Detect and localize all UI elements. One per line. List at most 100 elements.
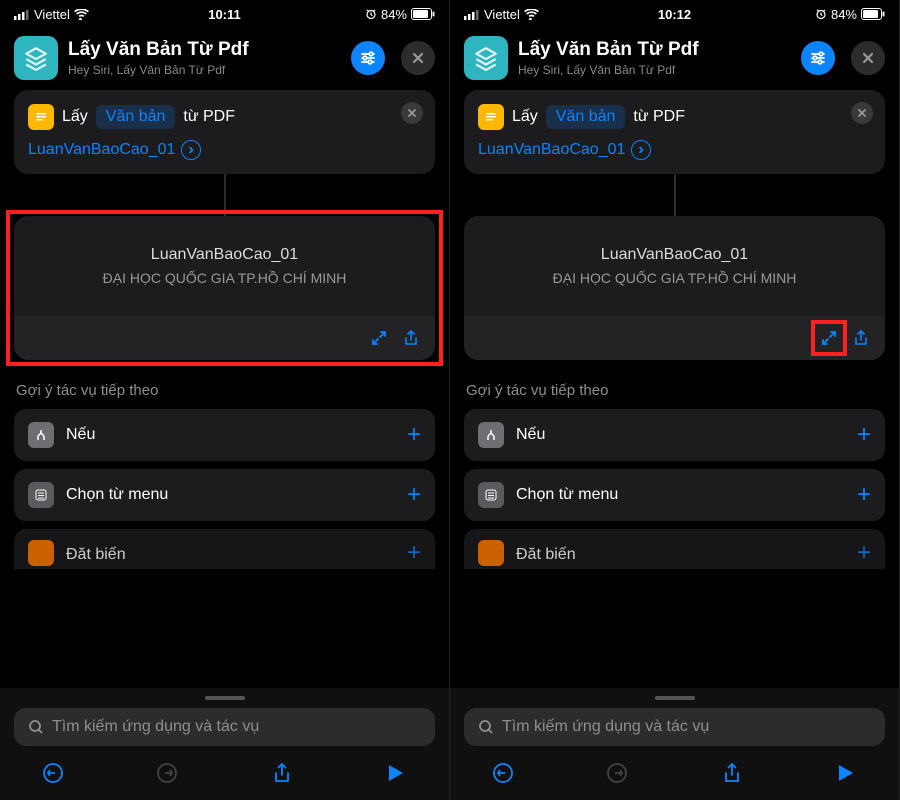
search-icon — [28, 719, 44, 735]
document-icon — [28, 104, 54, 130]
battery-icon — [411, 8, 435, 20]
wifi-icon — [74, 9, 89, 20]
share-icon — [272, 762, 292, 784]
status-bar: Viettel 10:12 84% — [450, 0, 899, 28]
action-remove-button[interactable] — [401, 102, 423, 124]
alarm-icon — [365, 8, 377, 20]
action-verb: Lấy — [512, 108, 538, 126]
chevron-button[interactable] — [631, 140, 651, 160]
add-icon: + — [407, 481, 421, 509]
search-bar[interactable]: Tìm kiếm ứng dụng và tác vụ — [14, 708, 435, 746]
share-button[interactable] — [847, 324, 875, 352]
shortcut-header: Lấy Văn Bản Từ Pdf Hey Siri, Lấy Văn Bản… — [0, 28, 449, 90]
share-icon — [852, 329, 870, 347]
result-card[interactable]: LuanVanBaoCao_01 ĐẠI HỌC QUỐC GIA TP.HỒ … — [464, 216, 885, 360]
clock-label: 10:12 — [658, 7, 691, 22]
menu-icon — [478, 482, 504, 508]
shortcut-title: Lấy Văn Bản Từ Pdf — [68, 39, 341, 61]
shortcut-subtitle: Hey Siri, Lấy Văn Bản Từ Pdf — [518, 63, 791, 77]
suggestion-item-menu[interactable]: Chọn từ menu + — [464, 469, 885, 521]
suggestion-label: Nếu — [516, 426, 845, 444]
undo-button[interactable] — [490, 760, 516, 786]
undo-icon — [42, 762, 64, 784]
battery-icon — [861, 8, 885, 20]
search-bar[interactable]: Tìm kiếm ứng dụng và tác vụ — [464, 708, 885, 746]
bottom-panel: Tìm kiếm ứng dụng và tác vụ — [0, 688, 449, 800]
play-icon — [387, 763, 405, 783]
action-param[interactable]: Văn bản — [546, 105, 626, 129]
share-button[interactable] — [397, 324, 425, 352]
add-icon: + — [407, 539, 421, 567]
expand-button[interactable] — [815, 324, 843, 352]
close-button[interactable] — [401, 41, 435, 75]
close-icon — [411, 51, 425, 65]
document-icon — [478, 104, 504, 130]
x-icon — [857, 108, 867, 118]
branch-icon — [28, 422, 54, 448]
x-icon — [407, 108, 417, 118]
chevron-right-icon — [187, 146, 195, 154]
suggestion-label: Nếu — [66, 426, 395, 444]
action-from: từ PDF — [633, 108, 685, 126]
signal-icon — [464, 9, 480, 20]
suggestion-label: Đặt biến — [516, 546, 845, 560]
expand-icon — [820, 329, 838, 347]
file-link[interactable]: LuanVanBaoCao_01 — [478, 141, 625, 159]
share-shortcut-button[interactable] — [269, 760, 295, 786]
action-remove-button[interactable] — [851, 102, 873, 124]
chevron-button[interactable] — [181, 140, 201, 160]
drag-handle[interactable] — [655, 696, 695, 700]
action-param[interactable]: Văn bản — [96, 105, 176, 129]
suggestion-label: Chọn từ menu — [66, 486, 395, 504]
connector-line — [224, 174, 226, 216]
suggestions-header: Gợi ý tác vụ tiếp theo — [466, 382, 883, 399]
settings-button[interactable] — [801, 41, 835, 75]
undo-button[interactable] — [40, 760, 66, 786]
bottom-toolbar — [14, 746, 435, 800]
action-card[interactable]: Lấy Văn bản từ PDF LuanVanBaoCao_01 — [14, 90, 435, 174]
settings-button[interactable] — [351, 41, 385, 75]
search-placeholder: Tìm kiếm ứng dụng và tác vụ — [502, 718, 709, 736]
run-button[interactable] — [383, 760, 409, 786]
clock-label: 10:11 — [208, 7, 241, 22]
close-button[interactable] — [851, 41, 885, 75]
menu-icon — [28, 482, 54, 508]
suggestion-item-menu[interactable]: Chọn từ menu + — [14, 469, 435, 521]
shortcut-subtitle: Hey Siri, Lấy Văn Bản Từ Pdf — [68, 63, 341, 77]
expand-button[interactable] — [365, 324, 393, 352]
share-icon — [722, 762, 742, 784]
suggestion-item-variable[interactable]: Đặt biến + — [464, 529, 885, 569]
suggestion-item-variable[interactable]: Đặt biến + — [14, 529, 435, 569]
run-button[interactable] — [833, 760, 859, 786]
suggestion-item-if[interactable]: Nếu + — [464, 409, 885, 461]
search-icon — [478, 719, 494, 735]
phone-screen-right: Viettel 10:12 84% Lấy Văn Bản Từ Pdf Hey… — [450, 0, 900, 800]
shortcut-app-icon — [464, 36, 508, 80]
branch-icon — [478, 422, 504, 448]
share-shortcut-button[interactable] — [719, 760, 745, 786]
undo-icon — [492, 762, 514, 784]
add-icon: + — [407, 421, 421, 449]
action-card[interactable]: Lấy Văn bản từ PDF LuanVanBaoCao_01 — [464, 90, 885, 174]
suggestion-label: Chọn từ menu — [516, 486, 845, 504]
variable-icon — [478, 540, 504, 566]
redo-icon — [606, 762, 628, 784]
redo-button — [604, 760, 630, 786]
add-icon: + — [857, 481, 871, 509]
battery-percent: 84% — [381, 7, 407, 22]
drag-handle[interactable] — [205, 696, 245, 700]
battery-percent: 84% — [831, 7, 857, 22]
wifi-icon — [524, 9, 539, 20]
suggestion-item-if[interactable]: Nếu + — [14, 409, 435, 461]
chevron-right-icon — [637, 146, 645, 154]
redo-button — [154, 760, 180, 786]
alarm-icon — [815, 8, 827, 20]
result-card[interactable]: LuanVanBaoCao_01 ĐẠI HỌC QUỐC GIA TP.HỒ … — [14, 216, 435, 360]
suggestions-header: Gợi ý tác vụ tiếp theo — [16, 382, 433, 399]
action-verb: Lấy — [62, 108, 88, 126]
action-from: từ PDF — [183, 108, 235, 126]
shortcut-app-icon — [14, 36, 58, 80]
file-link[interactable]: LuanVanBaoCao_01 — [28, 141, 175, 159]
result-text: ĐẠI HỌC QUỐC GIA TP.HỒ CHÍ MINH — [32, 270, 417, 286]
shortcut-header: Lấy Văn Bản Từ Pdf Hey Siri, Lấy Văn Bản… — [450, 28, 899, 90]
